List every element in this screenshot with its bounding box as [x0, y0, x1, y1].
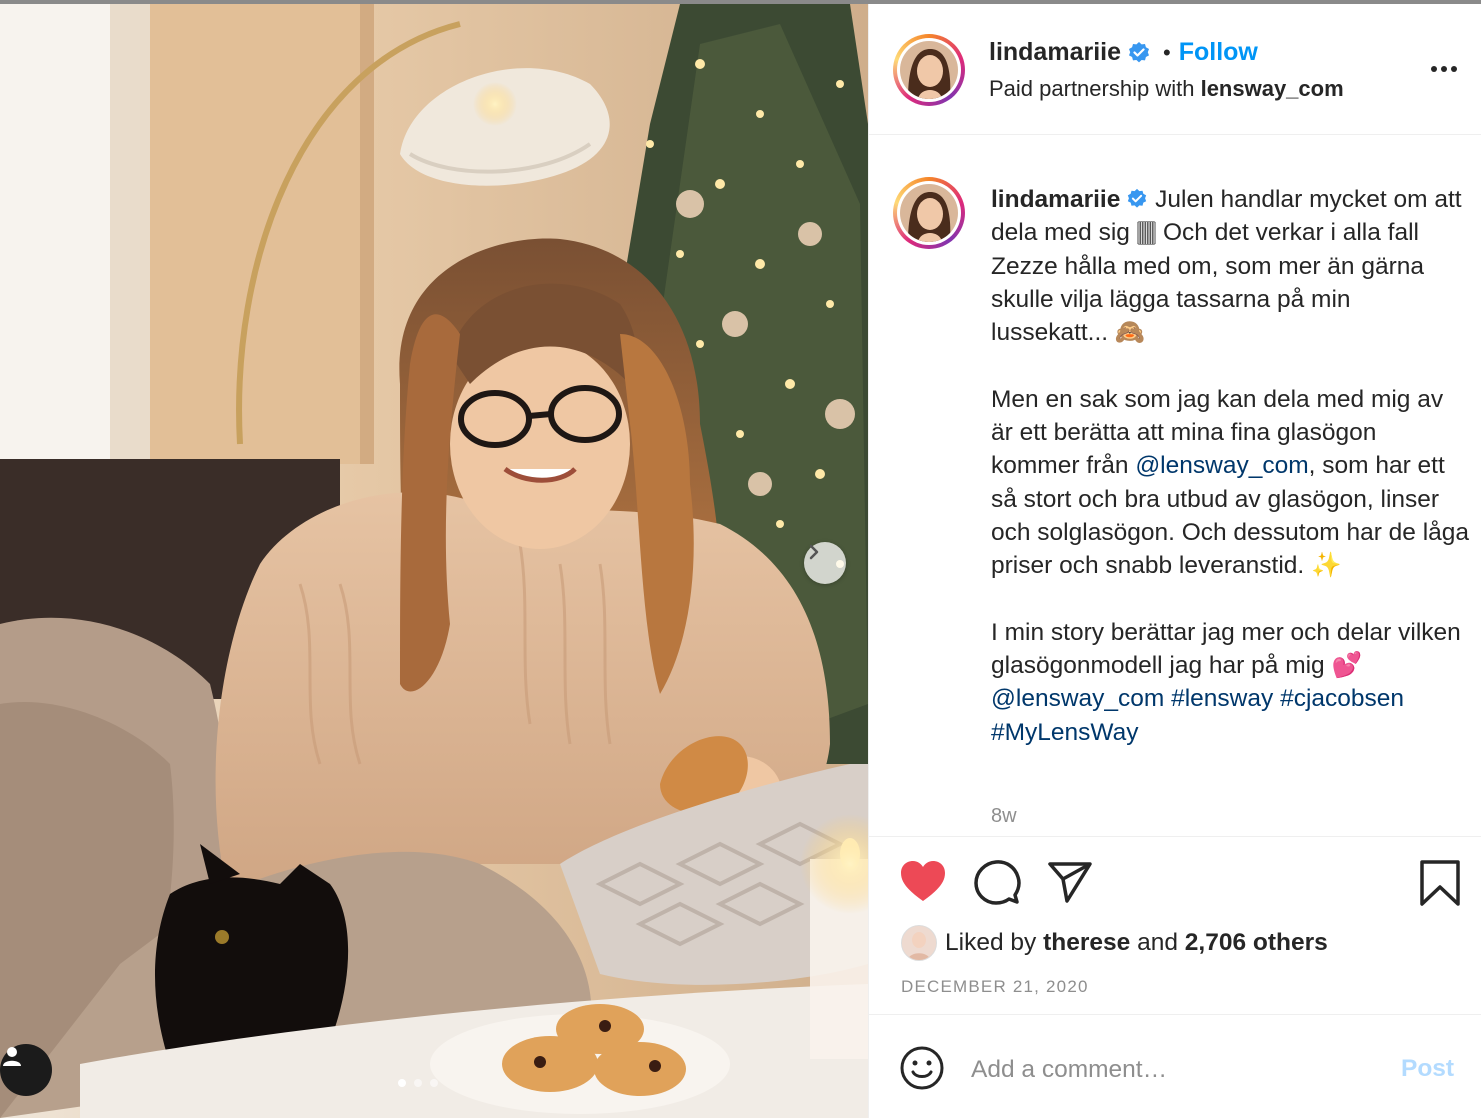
share-button[interactable] [1047, 861, 1093, 908]
user-tag-icon [3, 1047, 21, 1066]
liked-count[interactable]: 2,706 others [1185, 929, 1328, 957]
mention-link[interactable]: @lensway_com [1135, 452, 1308, 479]
post-side-panel: lindamariie • Follow Paid partnership wi… [868, 4, 1481, 1118]
verified-badge-icon [1128, 188, 1147, 208]
verified-badge-icon [1129, 41, 1149, 62]
photo-illustration [0, 4, 868, 1118]
likes-summary[interactable]: Liked by therese and 2,706 others [901, 925, 1328, 961]
partner-prefix: Paid partnership with [989, 76, 1195, 101]
liked-user[interactable]: therese [1043, 929, 1130, 957]
comment-button[interactable] [973, 859, 1021, 910]
save-button[interactable] [1419, 859, 1461, 912]
heart-icon [901, 861, 945, 901]
caption-area: lindamariie Julen handlar mycket om att … [869, 135, 1481, 835]
paid-partnership-label: Paid partnership with lensway_com [989, 76, 1344, 102]
partner-link[interactable]: lensway_com [1201, 76, 1344, 101]
liker-avatar [901, 925, 937, 961]
like-button[interactable] [899, 859, 947, 908]
post-actions: Liked by therese and 2,706 others DECEMB… [869, 836, 1481, 996]
caption-paragraph-3: I min story berättar jag mer och delar v… [991, 616, 1471, 749]
more-options-button[interactable] [1430, 60, 1458, 78]
follow-button[interactable]: Follow [1179, 38, 1258, 67]
more-icon [1431, 66, 1457, 72]
hashtag-link[interactable]: #cjacobsen [1280, 685, 1404, 712]
liked-prefix: Liked by [945, 929, 1037, 956]
liked-and: and [1137, 929, 1178, 956]
caption-username[interactable]: lindamariie [991, 186, 1120, 213]
avatar-photo [900, 41, 958, 99]
comment-icon [974, 860, 1021, 905]
next-slide-button[interactable] [804, 542, 846, 584]
caption-text: lindamariie Julen handlar mycket om att … [991, 183, 1471, 782]
avatar-photo [900, 184, 958, 242]
author-avatar[interactable] [893, 34, 965, 106]
comment-input[interactable] [969, 1049, 1373, 1091]
post-photo[interactable] [0, 4, 868, 1118]
caption-timestamp: 8w [991, 805, 1017, 827]
tagged-users-button[interactable] [0, 1044, 52, 1096]
post-comment-button[interactable]: Post [1401, 1055, 1454, 1083]
post-date: DECEMBER 21, 2020 [901, 977, 1089, 996]
carousel-dot [414, 1079, 422, 1087]
bookmark-icon [1420, 860, 1460, 906]
emoji-icon [900, 1046, 944, 1090]
chevron-right-icon [809, 544, 819, 560]
author-username[interactable]: lindamariie [989, 38, 1121, 67]
hashtag-link[interactable]: #lensway [1171, 685, 1273, 712]
carousel-dot [398, 1079, 406, 1087]
caption-author-avatar[interactable] [893, 177, 965, 249]
mention-link[interactable]: @lensway_com [991, 685, 1164, 712]
emoji-button[interactable] [899, 1045, 945, 1096]
caption-p3-text-a: I min story berättar jag mer och delar v… [991, 618, 1461, 680]
share-icon [1048, 862, 1092, 903]
caption-paragraph-1: lindamariie Julen handlar mycket om att … [991, 183, 1471, 349]
comment-composer: Post [869, 1014, 1481, 1119]
carousel-indicator [398, 1079, 438, 1087]
caption-paragraph-2: Men en sak som jag kan dela med mig av ä… [991, 383, 1471, 583]
hashtag-link[interactable]: #MyLensWay [991, 719, 1139, 746]
post-header: lindamariie • Follow Paid partnership wi… [869, 4, 1481, 135]
header-separator: • [1163, 39, 1171, 65]
carousel-dot [430, 1079, 438, 1087]
